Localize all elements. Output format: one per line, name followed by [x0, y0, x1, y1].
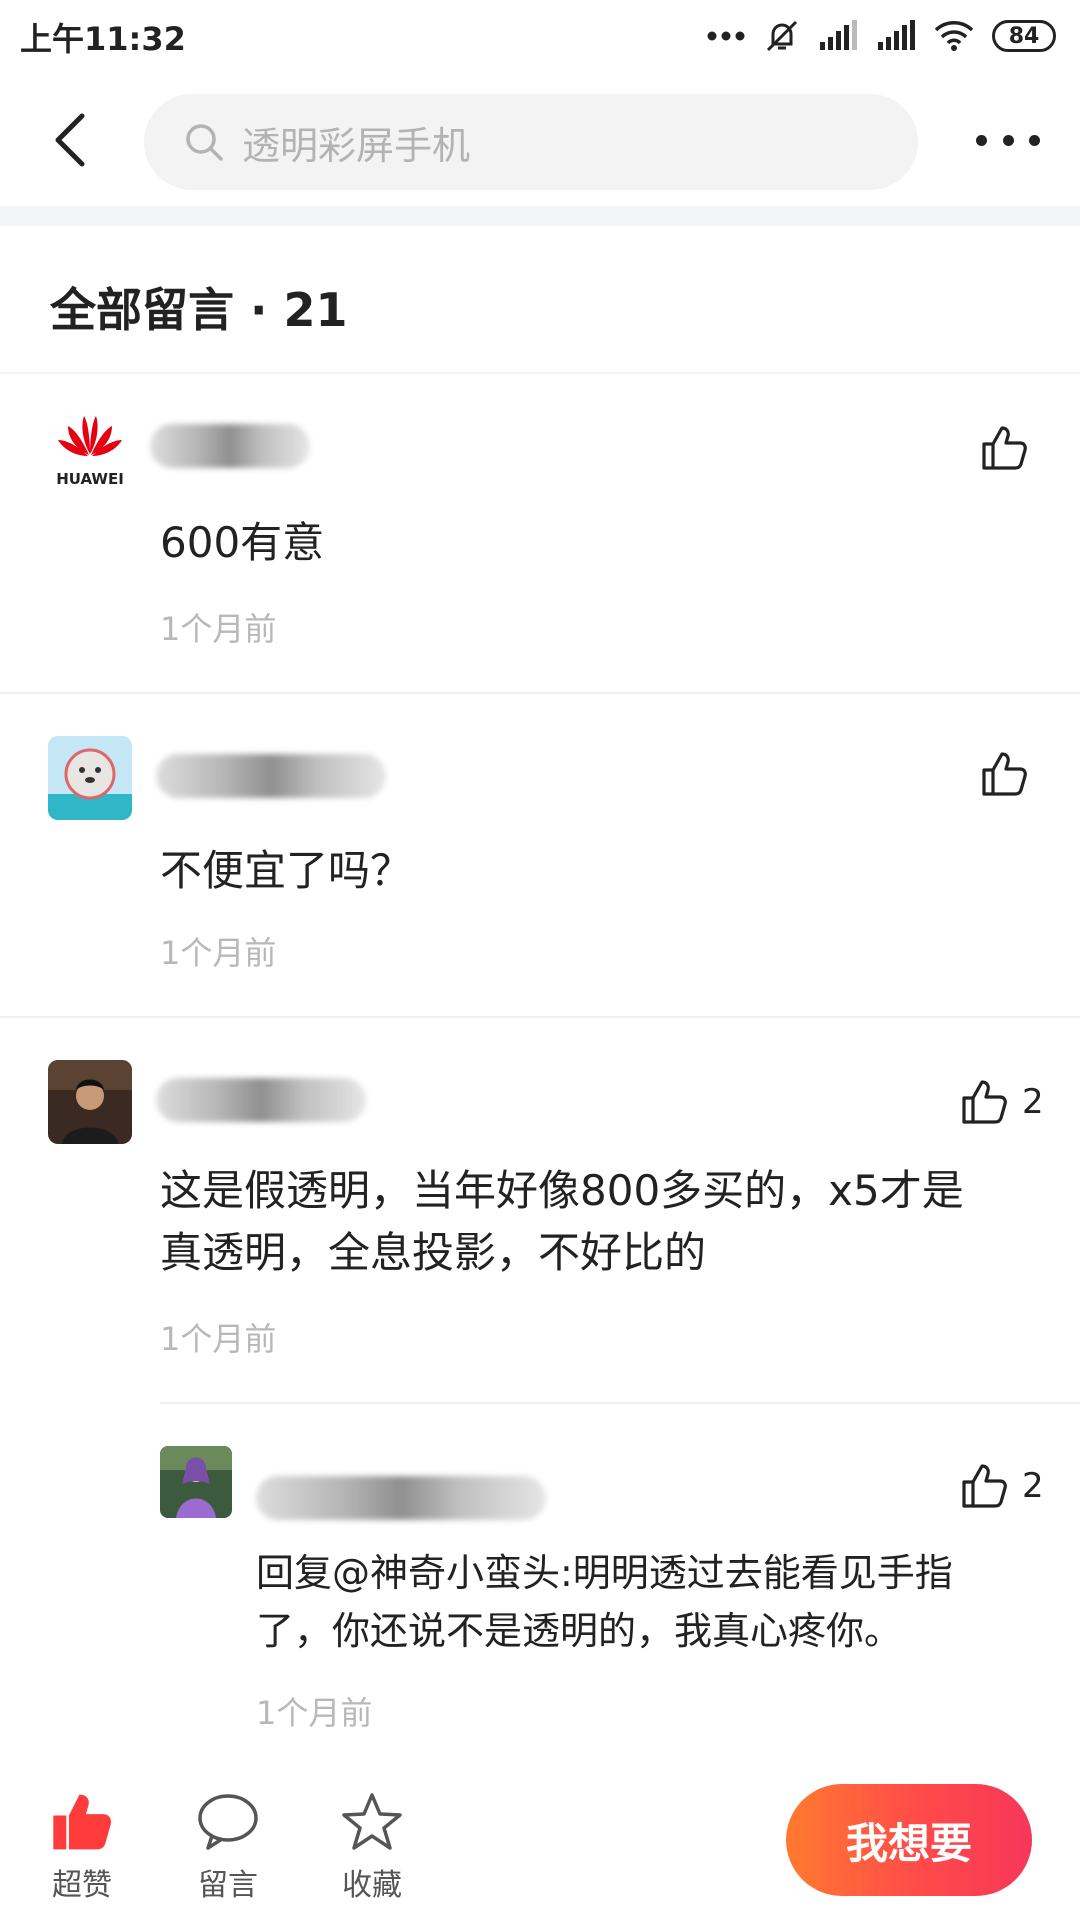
comment-time: 1个月前 — [160, 1320, 277, 1358]
username-redacted[interactable] — [256, 1476, 546, 1520]
signal-icon — [820, 20, 857, 50]
star-icon — [342, 1793, 402, 1850]
more-dot — [1029, 134, 1040, 146]
like-button[interactable]: 2 — [960, 1462, 1044, 1510]
comment-text: 不便宜了吗？ — [160, 846, 413, 895]
thumbs-up-icon — [962, 1464, 1007, 1508]
tab-comment[interactable]: 留言 — [178, 1792, 278, 1904]
reply-item: 2 回复@神奇小蛮头:明明透过去能看见手指 了，你还说不是透明的，我真心疼你。 … — [0, 1406, 1080, 1746]
tab-favorite[interactable]: 收藏 — [322, 1792, 422, 1904]
status-bar: 上午11:32 84 — [0, 0, 1080, 80]
search-placeholder: 透明彩屏手机 — [242, 123, 471, 168]
search-input[interactable]: 透明彩屏手机 — [144, 94, 918, 190]
photo-avatar-icon — [48, 1060, 132, 1144]
like-count: 2 — [1022, 1082, 1044, 1122]
battery-icon: 84 — [992, 20, 1056, 52]
top-nav: 透明彩屏手机 — [0, 80, 1080, 200]
comment-item: 2 这是假透明，当年好像800多买的，x5才是 真透明，全息投影，不好比的 1个… — [0, 1016, 1080, 1406]
seal-avatar-icon — [48, 736, 132, 820]
comment-line: 真透明，全息投影，不好比的 — [160, 1228, 707, 1277]
speech-bubble-icon — [198, 1794, 258, 1850]
tab-label: 超赞 — [52, 1868, 112, 1903]
comment-text: 回复@神奇小蛮头:明明透过去能看见手指 了，你还说不是透明的，我真心疼你。 — [256, 1544, 1056, 1660]
comments-title: 全部留言 · 21 — [50, 283, 348, 337]
more-dot — [976, 134, 987, 146]
like-count: 2 — [1022, 1466, 1044, 1506]
bell-off-icon — [766, 20, 798, 52]
username-redacted[interactable] — [156, 754, 386, 798]
username-redacted[interactable] — [156, 1078, 366, 1122]
tab-super-like[interactable]: 超赞 — [32, 1792, 132, 1904]
thumbs-up-icon — [982, 752, 1027, 796]
battery-level: 84 — [1008, 23, 1040, 49]
like-button[interactable] — [980, 424, 1042, 472]
comment-item: HUAWEI 600有意 1个月前 — [0, 372, 1080, 694]
comment-line: 这是假透明，当年好像800多买的，x5才是 — [160, 1166, 964, 1215]
chevron-left-icon — [55, 113, 85, 167]
thumbs-up-icon — [982, 426, 1027, 470]
divider — [160, 1402, 1080, 1404]
comment-line: 回复@神奇小蛮头:明明透过去能看见手指 — [256, 1551, 953, 1595]
signal-icon — [878, 20, 915, 50]
status-icons: 84 — [706, 16, 1056, 56]
username-redacted[interactable] — [150, 424, 310, 468]
comment-text: 这是假透明，当年好像800多买的，x5才是 真透明，全息投影，不好比的 — [160, 1160, 1060, 1284]
avatar[interactable]: HUAWEI — [48, 410, 132, 494]
avatar[interactable] — [48, 1060, 132, 1144]
comment-line: 了，你还说不是透明的，我真心疼你。 — [256, 1609, 903, 1653]
comment-time: 1个月前 — [160, 934, 277, 972]
want-button[interactable]: 我想要 — [786, 1784, 1032, 1896]
avatar[interactable] — [160, 1446, 232, 1518]
tab-label: 收藏 — [342, 1868, 402, 1903]
huawei-logo-icon — [58, 416, 122, 456]
thumbs-up-filled-icon — [53, 1794, 112, 1850]
wifi-icon — [934, 21, 974, 51]
divider — [0, 206, 1080, 226]
game-avatar-icon — [160, 1446, 232, 1518]
comment-time: 1个月前 — [256, 1694, 373, 1732]
search-icon — [186, 124, 223, 161]
avatar-text: HUAWEI — [56, 470, 124, 488]
like-button[interactable]: 2 — [960, 1078, 1044, 1126]
comment-time: 1个月前 — [160, 610, 277, 648]
like-button[interactable] — [980, 750, 1042, 798]
tab-label: 留言 — [198, 1868, 258, 1903]
more-dot — [1002, 134, 1014, 146]
more-button[interactable] — [976, 120, 1040, 160]
comment-text: 600有意 — [160, 518, 325, 567]
avatar[interactable] — [48, 736, 132, 820]
back-button[interactable] — [40, 108, 104, 172]
bottom-action-bar: 超赞 留言 收藏 我想要 — [0, 1760, 1080, 1920]
comment-item: 不便宜了吗？ 1个月前 — [0, 694, 1080, 1018]
thumbs-up-icon — [962, 1080, 1007, 1124]
status-time: 上午11:32 — [20, 20, 186, 58]
more-dots-icon — [707, 31, 745, 41]
